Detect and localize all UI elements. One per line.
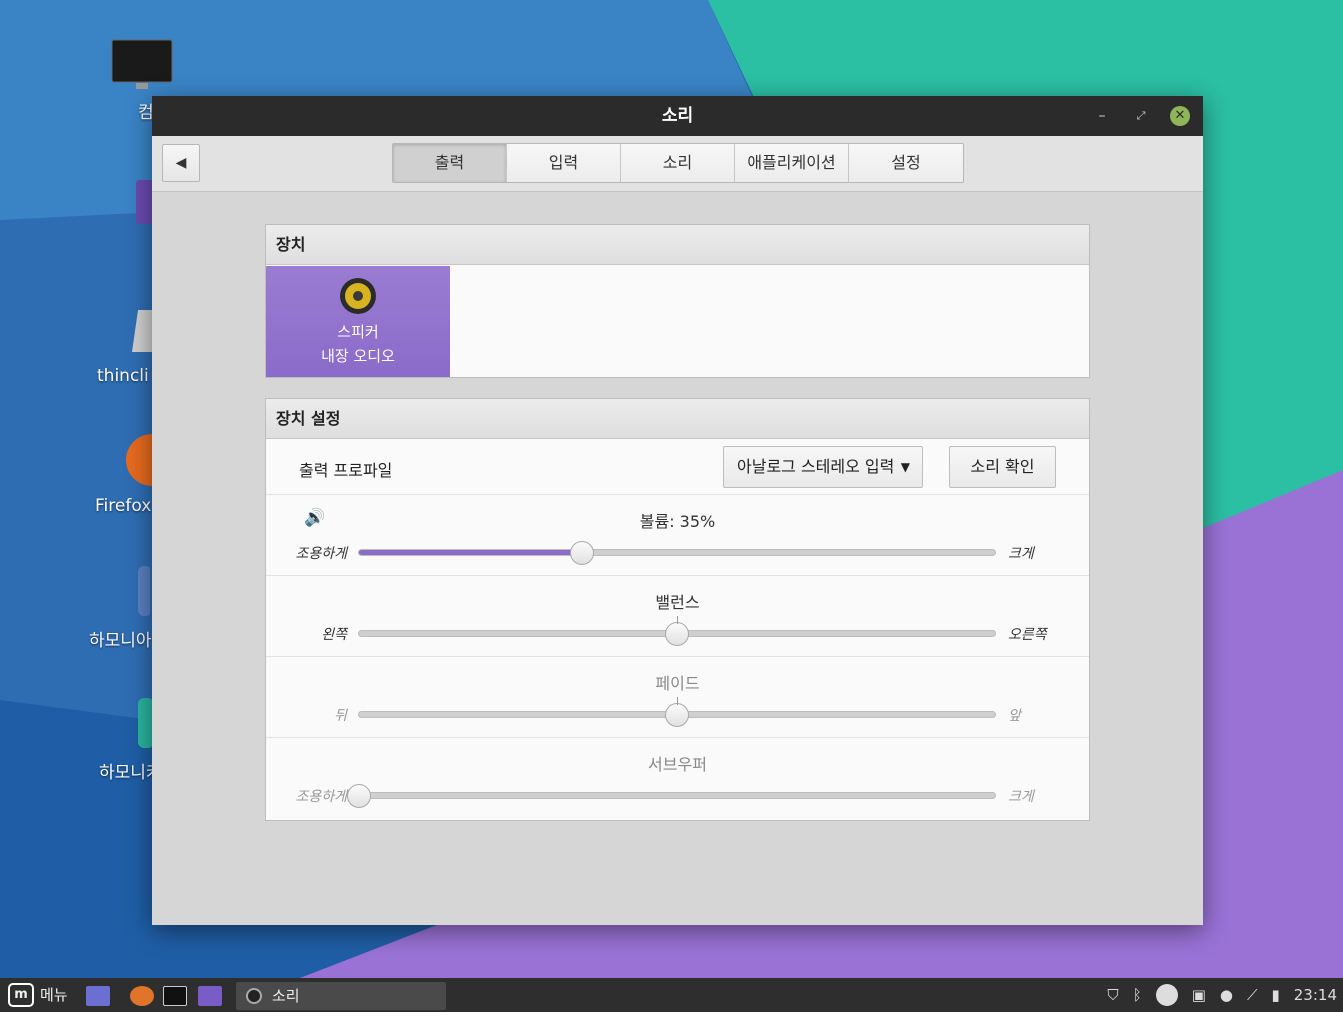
volume-min-label: 조용하게 — [295, 546, 347, 562]
fade-front-label: 앞 — [1008, 708, 1021, 724]
volume-max-label: 크게 — [1008, 546, 1034, 562]
maximize-button[interactable]: ⤢ — [1131, 106, 1151, 126]
desktop-icon-label: 하모니아 — [89, 631, 152, 651]
taskbar-window-sound[interactable]: 소리 — [236, 982, 446, 1010]
mint-logo-icon: m — [8, 983, 34, 1007]
computer-icon — [111, 39, 173, 89]
tab-settings[interactable]: 설정 — [849, 144, 963, 182]
volume-slider[interactable] — [358, 541, 996, 565]
volume-row: 🔊 볼륨: 35% 조용하게 크게 — [266, 495, 1089, 576]
device-settings-panel: 장치 설정 출력 프로파일 아날로그 스테레오 입력 ▼ 소리 확인 🔊 볼륨:… — [265, 398, 1090, 821]
close-button[interactable]: ✕ — [1170, 106, 1190, 126]
user-icon[interactable]: ● — [1220, 986, 1233, 1004]
output-profile-row: 출력 프로파일 아날로그 스테레오 입력 ▼ 소리 확인 — [266, 439, 1089, 495]
volume-slider-handle[interactable] — [569, 541, 594, 565]
back-button[interactable]: ◀ — [162, 144, 200, 182]
balance-slider-handle[interactable] — [665, 622, 689, 646]
shield-icon[interactable]: ⛉ — [1107, 986, 1118, 1004]
system-tray: ⛉ ᛒ ▣ ● ⟋ ▮ 23:14 — [1107, 978, 1337, 1012]
balance-row: 밸런스 왼쪽 오른쪽 — [266, 576, 1089, 657]
battery-icon[interactable]: ▮ — [1272, 986, 1280, 1004]
volume-slider-fill — [359, 550, 582, 555]
terminal-launcher-icon[interactable] — [163, 986, 187, 1006]
fade-slider[interactable] — [358, 697, 996, 727]
tab-sounds[interactable]: 소리 — [621, 144, 735, 182]
show-desktop-icon[interactable] — [86, 986, 110, 1006]
tab-output[interactable]: 출력 — [393, 144, 507, 182]
output-profile-value: 아날로그 스테레오 입력 — [737, 457, 895, 476]
toolbar: ◀ 출력 입력 소리 애플리케이션 설정 — [152, 136, 1203, 192]
device-panel: 장치 스피커 내장 오디오 — [265, 224, 1090, 378]
slider-center-tick — [677, 616, 678, 624]
fade-label: 페이드 — [655, 674, 700, 693]
desktop-icon-label: Firefox — [95, 496, 152, 516]
tab-applications[interactable]: 애플리케이션 — [735, 144, 849, 182]
device-name: 스피커 — [337, 323, 379, 341]
balance-right-label: 오른쪽 — [1008, 627, 1047, 643]
chevron-down-icon: ▼ — [900, 460, 910, 474]
balance-label: 밸런스 — [655, 593, 700, 612]
menu-label: 메뉴 — [40, 986, 68, 1004]
taskbar-window-label: 소리 — [272, 987, 300, 1005]
subwoofer-min-label: 조용하게 — [295, 789, 347, 805]
volume-label: 볼륨: 35% — [639, 512, 716, 531]
output-profile-dropdown[interactable]: 아날로그 스테레오 입력 ▼ — [723, 446, 923, 488]
sound-settings-window: 소리 – ⤢ ✕ ◀ 출력 입력 소리 애플리케이션 설정 장치 스피커 내장 … — [152, 96, 1203, 925]
files-launcher-icon[interactable] — [198, 986, 222, 1006]
bluetooth-icon[interactable]: ᛒ — [1133, 986, 1142, 1004]
balance-slider[interactable] — [358, 616, 996, 646]
drive-icon — [132, 310, 152, 352]
subwoofer-row: 서브우퍼 조용하게 크게 — [266, 738, 1089, 819]
fade-slider-handle[interactable] — [665, 703, 689, 727]
menu-button[interactable]: m 메뉴 — [8, 978, 68, 1012]
slider-center-tick — [677, 697, 678, 705]
subwoofer-max-label: 크게 — [1008, 789, 1034, 805]
window-title: 소리 — [661, 106, 694, 126]
fade-rear-label: 뒤 — [334, 708, 347, 724]
clock[interactable]: 23:14 — [1294, 986, 1337, 1004]
harmonia-icon — [138, 566, 150, 616]
firefox-icon — [126, 434, 156, 486]
speaker-icon — [340, 278, 376, 314]
tab-input[interactable]: 입력 — [507, 144, 621, 182]
harmonica-icon — [138, 698, 154, 748]
network-icon[interactable]: ⟋ — [1247, 986, 1258, 1004]
device-description: 내장 오디오 — [321, 347, 395, 365]
user-avatar-icon[interactable] — [1155, 984, 1178, 1006]
subwoofer-label: 서브우퍼 — [648, 755, 707, 774]
device-settings-header: 장치 설정 — [266, 399, 1089, 439]
minimize-button[interactable]: – — [1092, 106, 1112, 126]
tab-bar: 출력 입력 소리 애플리케이션 설정 — [392, 143, 964, 183]
taskbar: m 메뉴 소리 ⛉ ᛒ ▣ ● ⟋ ▮ 23:14 — [0, 978, 1343, 1012]
device-panel-header: 장치 — [266, 225, 1089, 265]
fade-row: 페이드 뒤 앞 — [266, 657, 1089, 738]
firefox-launcher-icon[interactable] — [130, 986, 154, 1006]
subwoofer-slider-handle[interactable] — [347, 784, 371, 808]
desktop-icon-label: thincli — [97, 366, 149, 386]
window-titlebar[interactable]: 소리 – ⤢ ✕ — [152, 96, 1203, 136]
update-manager-icon[interactable]: ▣ — [1192, 986, 1206, 1004]
back-arrow-icon: ◀ — [175, 155, 187, 171]
speaker-small-icon — [246, 988, 262, 1004]
output-profile-label: 출력 프로파일 — [299, 461, 393, 480]
subwoofer-slider[interactable] — [347, 784, 996, 808]
balance-left-label: 왼쪽 — [321, 627, 347, 643]
test-sound-button[interactable]: 소리 확인 — [949, 446, 1056, 488]
device-tile-speaker[interactable]: 스피커 내장 오디오 — [266, 266, 450, 377]
